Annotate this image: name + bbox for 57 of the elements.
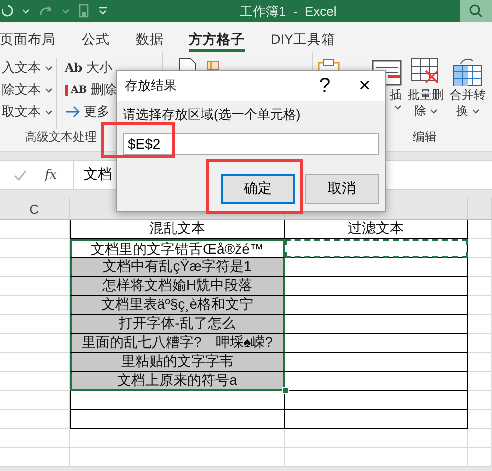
arrow-right-icon [65, 105, 80, 119]
more-button[interactable]: 更多 [63, 102, 120, 122]
table-cell[interactable]: 文档里表äº§ç¸è格和文宁 [70, 296, 285, 315]
group-label: 编辑 [413, 129, 437, 146]
table-cell[interactable]: 打开字体-乱了怎么 [70, 315, 285, 334]
caret-icon [45, 108, 53, 116]
caret-icon [430, 108, 438, 115]
copied-cell[interactable] [285, 239, 468, 258]
dialog-title: 存放结果 [125, 77, 178, 95]
window-title: 工作簿1 - Excel [240, 3, 337, 21]
tool-button[interactable]: Ab 大小 [63, 58, 120, 78]
dialog-button[interactable]: 取消 [305, 174, 379, 204]
empty-cell[interactable] [285, 410, 468, 429]
case-icon: Ab [65, 61, 83, 75]
undo-icon[interactable] [2, 5, 14, 17]
caret-icon [472, 108, 480, 115]
check-icon[interactable] [14, 170, 27, 180]
ribbon-tab[interactable]: 页面布局 [0, 22, 56, 52]
group-label: 高级文本处理 [25, 129, 97, 146]
table-cell[interactable]: 里粘贴的文字字韦 [70, 353, 285, 372]
help-button[interactable]: ? [305, 76, 345, 96]
prompt-label: 请选择存放区域(选一个单元格) [123, 106, 302, 124]
text-menu-button[interactable]: 入文本 [0, 58, 56, 78]
empty-cell[interactable] [70, 391, 285, 410]
insert-function-button[interactable]: fx [45, 168, 58, 182]
table-cell[interactable]: 里面的乱七八糟字? 呷埰♠嵘? [70, 334, 285, 353]
column-header[interactable] [468, 198, 492, 220]
table-cell[interactable]: 文档中有乱çŸæ字符是1 [70, 258, 285, 277]
touch-mode-icon[interactable] [78, 4, 90, 18]
table-cell[interactable]: 文档上原来的符号a [70, 372, 285, 391]
dialog-button[interactable]: 确定 [221, 174, 295, 204]
text-menu-button[interactable]: 取文本 [0, 102, 56, 122]
empty-cell[interactable] [70, 410, 285, 429]
merge-table-icon [453, 58, 483, 88]
fill-handle[interactable] [282, 387, 289, 394]
ribbon-tab[interactable]: 数据 [136, 22, 164, 52]
column-title[interactable]: 过滤文本 [285, 220, 468, 239]
range-field[interactable]: $E$2 [123, 133, 379, 155]
search-button[interactable] [460, 0, 492, 22]
search-icon [469, 4, 483, 18]
caret-icon[interactable] [62, 8, 70, 14]
close-button[interactable]: × [345, 76, 385, 96]
caret-icon [45, 86, 53, 94]
grid-icon [207, 60, 219, 70]
table-cell[interactable]: 怎样将文档媮H兟中段落 [70, 277, 285, 296]
ribbon-tab[interactable]: 公式 [82, 22, 110, 52]
text-menu-button[interactable]: 除文本 [0, 80, 56, 100]
edit-tool-button[interactable]: 批量删 除 [408, 58, 444, 129]
customize-icon[interactable] [98, 6, 108, 16]
redo-icon[interactable] [38, 5, 54, 17]
caret-icon [394, 104, 402, 111]
column-header[interactable]: C [0, 198, 70, 220]
edit-tool-button[interactable]: 合并转 换 [450, 58, 486, 129]
empty-cell[interactable] [285, 391, 468, 410]
column-title[interactable]: 混乱文本 [70, 220, 285, 239]
ribbon-tab[interactable]: DIY工具箱 [271, 22, 336, 52]
caret-icon [45, 64, 53, 72]
